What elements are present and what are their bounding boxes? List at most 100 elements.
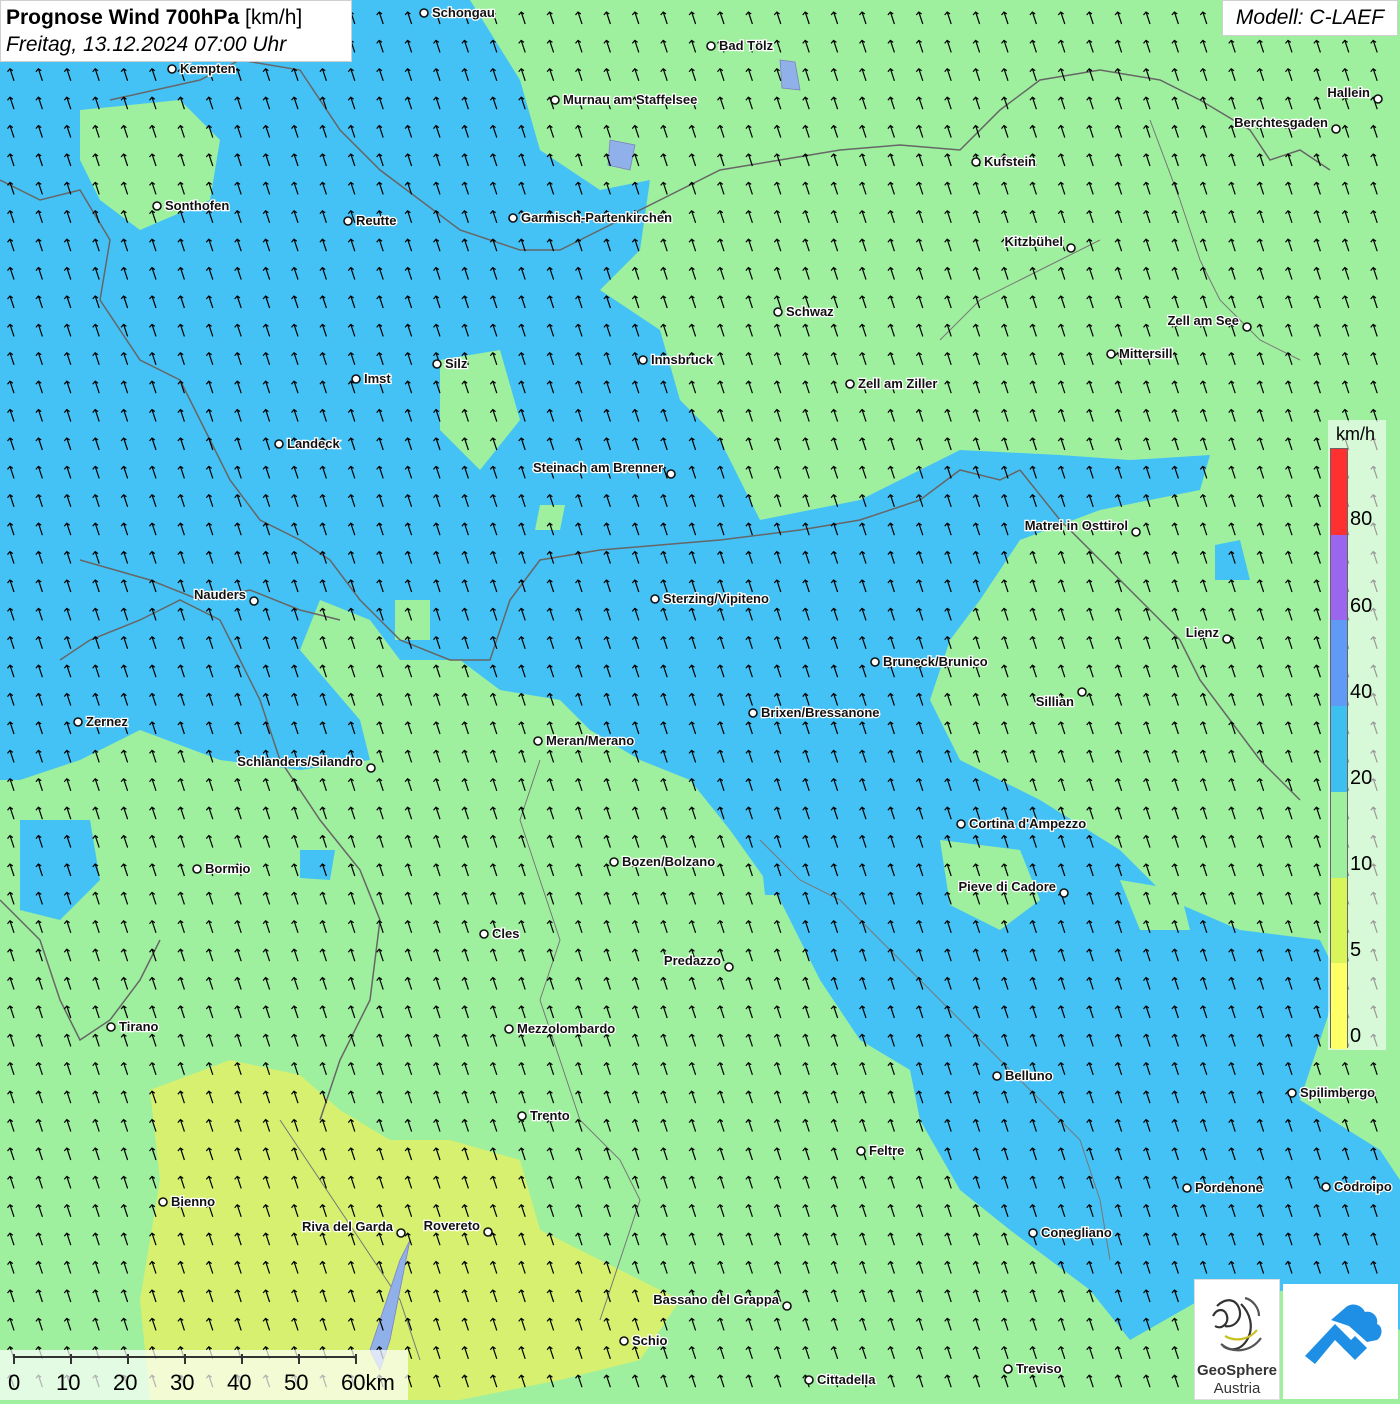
city-name: Brixen/Bressanone (761, 705, 880, 720)
city-marker: Garmisch-Partenkirchen (508, 209, 673, 226)
city-name: Reutte (356, 213, 396, 228)
city-name: Imst (364, 371, 391, 386)
city-dot-icon (1242, 322, 1252, 332)
city-name: Zell am Ziller (858, 376, 937, 391)
city-name: Sillian (1036, 694, 1074, 709)
city-dot-icon (1321, 1182, 1331, 1192)
legend-label: 10 (1350, 853, 1373, 875)
city-dot-icon (533, 736, 543, 746)
city-dot-icon (971, 157, 981, 167)
city-dot-icon (1331, 124, 1341, 134)
color-legend: km/h 80 60 40 20 10 5 0 (1328, 420, 1386, 1050)
city-name: Kitzbühel (1005, 234, 1064, 249)
city-marker: Conegliano (1028, 1224, 1113, 1241)
city-dot-icon (158, 1197, 168, 1207)
city-marker: Meran/Merano (533, 732, 635, 749)
city-name: Bozen/Bolzano (622, 854, 715, 869)
city-name: Feltre (869, 1143, 904, 1158)
city-dot-icon (650, 594, 660, 604)
city-name: Bassano del Grappa (653, 1292, 779, 1307)
legend-swatch (1331, 706, 1347, 792)
legend-label: 0 (1350, 1025, 1362, 1047)
city-dot-icon (609, 857, 619, 867)
scale-bar: 0 10 20 30 40 50 60km (0, 1350, 408, 1400)
city-name: Zernez (86, 714, 128, 729)
city-dot-icon (870, 657, 880, 667)
city-dot-icon (956, 819, 966, 829)
city-name: Belluno (1005, 1068, 1053, 1083)
scale-label: 40 (227, 1370, 252, 1395)
legend-swatch (1331, 877, 1347, 964)
city-marker: Cortina d'Ampezzo (956, 815, 1088, 832)
city-dot-icon (1131, 527, 1141, 537)
city-dot-icon (508, 213, 518, 223)
legend-label: 5 (1350, 939, 1362, 961)
geosphere-logo: GeoSphere Austria (1194, 1279, 1280, 1400)
city-name: Innsbruck (651, 352, 714, 367)
map-title: Prognose Wind 700hPa (6, 6, 240, 29)
city-dot-icon (1222, 634, 1232, 644)
legend-swatch (1331, 534, 1347, 621)
city-dot-icon (706, 41, 716, 51)
city-dot-icon (1106, 349, 1116, 359)
city-dot-icon (483, 1227, 493, 1237)
cloud-arrow-icon (1305, 1304, 1382, 1364)
city-name: Bormio (205, 861, 251, 876)
city-dot-icon (73, 717, 83, 727)
city-dot-icon (351, 374, 361, 384)
city-dot-icon (1287, 1088, 1297, 1098)
city-dot-icon (1028, 1228, 1038, 1238)
title-line: Prognose Wind 700hPa [km/h] (6, 4, 346, 32)
city-name: Cortina d'Ampezzo (969, 816, 1086, 831)
scale-label: 10 (56, 1370, 81, 1395)
city-dot-icon (724, 962, 734, 972)
scale-label: 0 (8, 1370, 21, 1395)
scale-label: 30 (170, 1370, 195, 1395)
city-name: Sonthofen (165, 198, 229, 213)
scale-tick (298, 1354, 300, 1364)
city-dot-icon (419, 8, 429, 18)
city-name: Hallein (1327, 85, 1370, 100)
city-name: Bad Tölz (719, 38, 774, 53)
city-name: Treviso (1016, 1361, 1062, 1376)
city-dot-icon (550, 95, 560, 105)
map-unit: [km/h] (245, 6, 303, 29)
city-name: Cittadella (817, 1372, 876, 1387)
city-dot-icon (773, 307, 783, 317)
city-dot-icon (479, 929, 489, 939)
city-name: Murnau am Staffelsee (563, 92, 697, 107)
city-dot-icon (782, 1301, 792, 1311)
city-dot-icon (804, 1375, 814, 1385)
legend-label: 80 (1350, 508, 1373, 530)
city-name: Pordenone (1195, 1180, 1263, 1195)
city-name: Steinach am Brenner (533, 460, 663, 475)
city-name: Matrei in Osttirol (1025, 518, 1128, 533)
city-dot-icon (992, 1071, 1002, 1081)
weather-app-logo (1283, 1284, 1398, 1399)
city-marker: Murnau am Staffelsee (550, 91, 699, 108)
city-name: Schlanders/Silandro (237, 754, 363, 769)
city-name: Rovereto (424, 1218, 480, 1233)
city-marker: Sterzing/Vipiteno (650, 590, 770, 607)
scale-tick (13, 1354, 15, 1364)
city-name: Pieve di Cadore (958, 879, 1056, 894)
city-name: Schio (632, 1333, 667, 1348)
title-box: Prognose Wind 700hPa [km/h] Freitag, 13.… (0, 0, 352, 62)
city-name: Sterzing/Vipiteno (663, 591, 769, 606)
city-dot-icon (396, 1228, 406, 1238)
city-dot-icon (106, 1022, 116, 1032)
city-dot-icon (274, 439, 284, 449)
city-dot-icon (619, 1336, 629, 1346)
city-dot-icon (845, 379, 855, 389)
legend-color-bar (1330, 448, 1348, 1049)
city-dot-icon (638, 355, 648, 365)
scale-label: 20 (113, 1370, 138, 1395)
city-dot-icon (666, 469, 676, 479)
city-dot-icon (249, 596, 259, 606)
legend-label: 20 (1350, 767, 1373, 789)
city-marker: Sonthofen (152, 197, 231, 214)
scale-tick (241, 1354, 243, 1364)
city-name: Meran/Merano (546, 733, 634, 748)
city-name: Schongau (432, 5, 495, 20)
city-name: Riva del Garda (302, 1219, 394, 1234)
